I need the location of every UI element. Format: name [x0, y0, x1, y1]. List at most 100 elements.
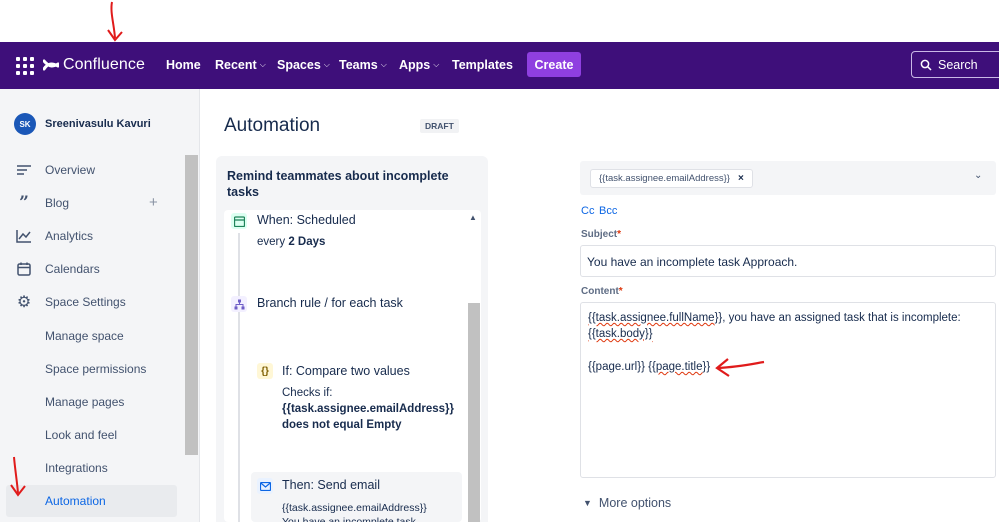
- content-line-1-text: }}, you have an assigned task that is in…: [714, 312, 961, 324]
- chevron-down-icon: ▼: [583, 498, 592, 508]
- recipient-chip: {{task.assignee.emailAddress}} ×: [590, 169, 753, 188]
- subject-label: Subject*: [581, 229, 621, 240]
- chevron-down-icon: ⌵: [323, 60, 330, 69]
- nav-teams-label: Teams: [339, 58, 378, 72]
- sidebar-item-manage-pages[interactable]: Manage pages: [45, 395, 124, 409]
- search-input[interactable]: Search: [911, 51, 999, 78]
- action-step-subject: You have an incomplete task: [282, 516, 416, 522]
- sidebar-item-automation-label: Automation: [45, 494, 106, 508]
- content-token-title: page.title: [655, 361, 703, 373]
- nav-spaces-label: Spaces: [277, 58, 321, 72]
- nav-recent-label: Recent: [215, 58, 257, 72]
- chevron-down-icon[interactable]: ⌄: [974, 170, 982, 181]
- content-token-body: {{task.body}}: [588, 328, 653, 340]
- nav-apps[interactable]: Apps ⌵: [399, 58, 439, 72]
- page-title: Automation: [224, 115, 321, 136]
- content-label: Content*: [581, 286, 623, 297]
- brand-name: Confluence: [63, 56, 145, 73]
- remove-chip-icon[interactable]: ×: [738, 173, 744, 184]
- top-strip: [0, 0, 999, 42]
- condition-step-title[interactable]: If: Compare two values: [282, 364, 410, 378]
- overview-icon: [15, 162, 33, 178]
- sidebar-item-look-and-feel[interactable]: Look and feel: [45, 428, 117, 442]
- sidebar-item-analytics[interactable]: Analytics: [15, 228, 93, 244]
- cc-link[interactable]: Cc: [581, 205, 594, 217]
- required-marker: *: [618, 286, 623, 297]
- content-line-1: {{task.assignee.fullName}}, you have an …: [588, 312, 961, 324]
- scroll-up-icon[interactable]: ▲: [469, 213, 477, 222]
- quote-icon: ”: [19, 193, 29, 213]
- confluence-logo[interactable]: Confluence: [43, 54, 145, 76]
- content-token-fullname: {{task.assignee.fullName: [588, 312, 715, 324]
- add-blog-icon[interactable]: +: [149, 194, 158, 211]
- condition-operator: does not equal Empty: [282, 419, 402, 431]
- rule-title: Remind teammates about incomplete tasks: [227, 169, 449, 199]
- chevron-down-icon: ⌵: [380, 60, 387, 69]
- nav-home[interactable]: Home: [166, 58, 201, 72]
- sidebar-item-calendars[interactable]: Calendars: [15, 261, 100, 277]
- space-name[interactable]: Sreenivasulu Kavuri: [45, 118, 151, 130]
- schedule-trigger-icon: [231, 213, 247, 229]
- sidebar-item-label: Overview: [45, 163, 96, 177]
- branch-icon: [231, 296, 247, 312]
- app-switcher-icon[interactable]: [16, 57, 34, 75]
- nav-templates-label: Templates: [452, 58, 513, 72]
- nav-recent[interactable]: Recent ⌵: [215, 58, 266, 72]
- annotation-arrow-content: [715, 358, 765, 377]
- sidebar-item-space-permissions[interactable]: Space permissions: [45, 362, 146, 376]
- subject-label-text: Subject: [581, 229, 618, 240]
- content-editor[interactable]: {{task.assignee.fullName}}, you have an …: [580, 302, 996, 478]
- subject-field[interactable]: You have an incomplete task Approach.: [580, 245, 996, 277]
- chart-line-icon: [15, 228, 33, 244]
- create-button[interactable]: Create: [527, 52, 581, 77]
- content-line-3: {{page.url}} {{page.title}}: [588, 361, 710, 373]
- search-label: Search: [938, 57, 978, 72]
- sidebar-item-blog[interactable]: ” Blog: [15, 193, 70, 213]
- sidebar-item-overview[interactable]: Overview: [15, 162, 95, 178]
- sidebar-scrollbar[interactable]: [185, 155, 198, 455]
- trigger-step-interval: 2 Days: [288, 236, 326, 248]
- nav-spaces[interactable]: Spaces ⌵: [277, 58, 330, 72]
- sidebar-item-label: Calendars: [45, 262, 100, 276]
- rule-steps-scrollbar[interactable]: [468, 303, 480, 522]
- nav-apps-label: Apps: [399, 58, 431, 72]
- avatar[interactable]: SK: [14, 113, 36, 135]
- content-line-2: {{task.body}}: [588, 328, 653, 340]
- branch-step-title[interactable]: Branch rule / for each task: [257, 296, 403, 310]
- condition-field: {{task.assignee.emailAddress}}: [282, 403, 454, 415]
- bcc-link[interactable]: Bcc: [599, 205, 617, 217]
- confluence-logo-icon: [43, 59, 59, 71]
- nav-home-label: Home: [166, 58, 201, 72]
- status-badge: DRAFT: [420, 119, 459, 133]
- sidebar-item-label: Blog: [45, 196, 70, 210]
- gear-icon: ⚙: [16, 294, 32, 311]
- more-options-label: More options: [598, 496, 672, 510]
- sidebar-item-label: Analytics: [45, 229, 94, 243]
- chevron-down-icon: ⌵: [259, 60, 266, 69]
- search-icon: [920, 59, 932, 71]
- rule-connector-line: [238, 233, 240, 522]
- sidebar-item-manage-space[interactable]: Manage space: [45, 329, 124, 343]
- condition-checks-label: Checks if:: [282, 387, 333, 399]
- content-label-text: Content: [581, 286, 619, 297]
- more-options-toggle[interactable]: ▼ More options: [583, 496, 671, 510]
- content-token-url: {{page.url}} {{: [588, 361, 656, 373]
- trigger-step-title[interactable]: When: Scheduled: [257, 213, 356, 227]
- required-marker: *: [617, 229, 622, 240]
- trigger-step-schedule: every 2 Days: [257, 234, 325, 250]
- content-token-close: }}: [702, 361, 711, 373]
- email-icon: [257, 478, 273, 494]
- recipient-chip-label: {{task.assignee.emailAddress}}: [599, 173, 730, 184]
- trigger-step-prefix: every: [257, 236, 289, 248]
- action-step-title: Then: Send email: [282, 478, 380, 492]
- page: Confluence Home Recent ⌵ Spaces ⌵ Teams ⌵ A…: [0, 0, 999, 522]
- calendar-icon: [15, 261, 33, 277]
- nav-teams[interactable]: Teams ⌵: [339, 58, 387, 72]
- nav-templates[interactable]: Templates: [452, 58, 513, 72]
- annotation-arrow-top: [107, 1, 123, 42]
- chevron-down-icon: ⌵: [433, 60, 440, 69]
- sidebar-item-space-settings[interactable]: ⚙ Space Settings: [15, 294, 126, 311]
- sidebar-item-label: Space Settings: [45, 295, 126, 309]
- condition-icon: {}: [257, 363, 273, 379]
- sidebar-item-integrations[interactable]: Integrations: [45, 461, 108, 475]
